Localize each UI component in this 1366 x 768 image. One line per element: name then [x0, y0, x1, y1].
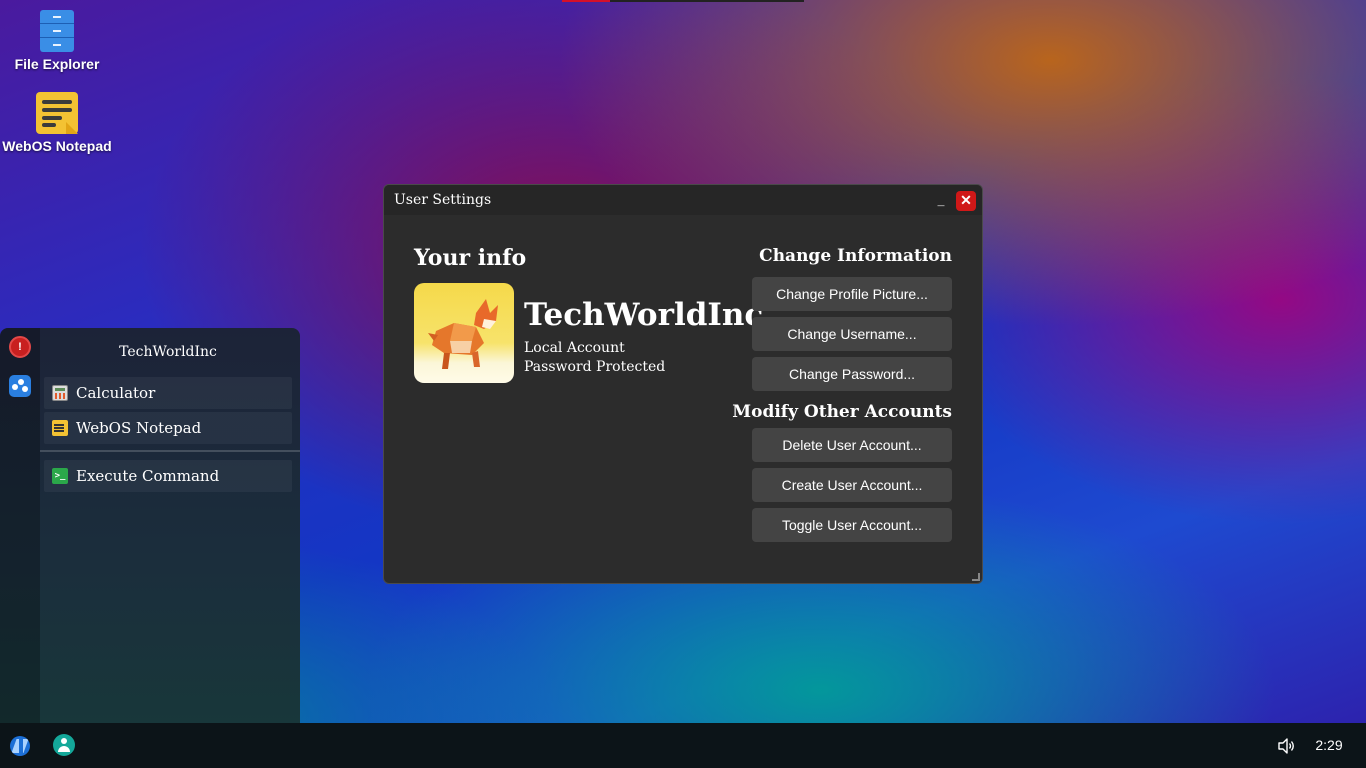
profile-picture [414, 283, 514, 383]
display-name: TechWorldInc [524, 297, 764, 333]
apps-icon[interactable] [9, 375, 31, 397]
modify-other-accounts-heading: Modify Other Accounts [732, 402, 952, 422]
start-button[interactable] [10, 736, 30, 756]
start-menu-username: TechWorldInc [119, 344, 217, 360]
taskbar: 2:29 [0, 723, 1366, 768]
top-indicator-strip [562, 0, 804, 2]
account-type: Local Account [524, 340, 625, 356]
power-icon[interactable]: ! [9, 336, 31, 358]
account-security-status: Password Protected [524, 359, 666, 375]
desktop-icon-webos-notepad[interactable]: WebOS Notepad [0, 92, 114, 154]
create-user-account-button[interactable]: Create User Account... [752, 468, 952, 502]
top-indicator-accent [562, 0, 610, 2]
notepad-icon [52, 420, 68, 436]
change-profile-picture-button[interactable]: Change Profile Picture... [752, 277, 952, 311]
start-menu: ! TechWorldInc Calculator WebOS Notepad … [0, 328, 300, 723]
start-menu-item-label: Calculator [76, 384, 156, 402]
start-menu-item-label: WebOS Notepad [76, 419, 202, 437]
file-cabinet-icon [40, 10, 74, 52]
change-password-button[interactable]: Change Password... [752, 357, 952, 391]
corgi-origami-icon [428, 299, 498, 369]
user-settings-taskbar-icon[interactable] [53, 734, 75, 756]
start-menu-item-execute-command[interactable]: >_ Execute Command [44, 460, 292, 492]
start-menu-item-calculator[interactable]: Calculator [44, 377, 292, 409]
taskbar-clock[interactable]: 2:29 [1304, 737, 1354, 753]
notepad-icon [36, 92, 78, 134]
start-menu-item-webos-notepad[interactable]: WebOS Notepad [44, 412, 292, 444]
minimize-button[interactable]: _ [934, 189, 948, 209]
change-username-button[interactable]: Change Username... [752, 317, 952, 351]
terminal-icon: >_ [52, 468, 68, 484]
window-titlebar[interactable]: User Settings _ ✕ [384, 185, 982, 215]
volume-icon[interactable] [1276, 736, 1296, 756]
change-information-heading: Change Information [759, 246, 952, 266]
start-menu-divider [40, 450, 300, 452]
close-button[interactable]: ✕ [956, 191, 976, 211]
desktop-icon-file-explorer[interactable]: File Explorer [0, 10, 114, 72]
user-settings-window: User Settings _ ✕ Your info TechWorldInc… [383, 184, 983, 584]
desktop-icon-label: File Explorer [14, 56, 100, 72]
toggle-user-account-button[interactable]: Toggle User Account... [752, 508, 952, 542]
delete-user-account-button[interactable]: Delete User Account... [752, 428, 952, 462]
resize-grip-icon[interactable] [972, 573, 980, 581]
start-menu-item-label: Execute Command [76, 467, 220, 485]
window-title: User Settings [394, 192, 492, 208]
calculator-icon [52, 385, 68, 401]
desktop-icon-label: WebOS Notepad [2, 138, 112, 154]
your-info-heading: Your info [414, 245, 527, 271]
